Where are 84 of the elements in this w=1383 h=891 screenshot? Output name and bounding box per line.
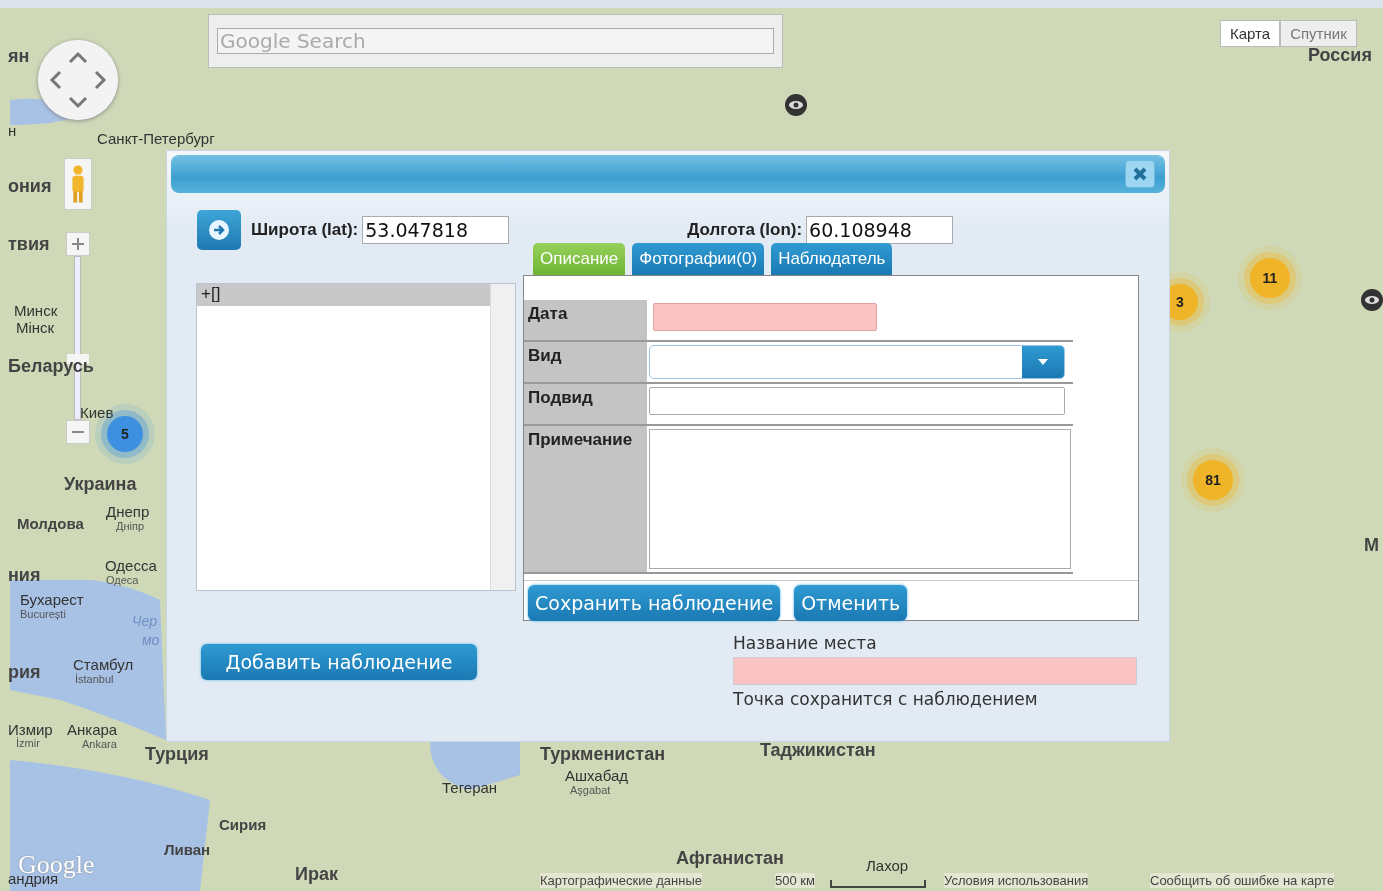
eye-marker-icon[interactable] — [1361, 289, 1383, 311]
text-field[interactable] — [653, 303, 877, 331]
latitude-label: Широта (lat): — [251, 220, 359, 240]
map-label: Лахор — [866, 857, 909, 874]
scrollbar[interactable] — [490, 284, 515, 590]
map-label: ния — [8, 565, 41, 586]
zoom-out-button[interactable] — [66, 420, 90, 444]
map-label: Ашхабад — [565, 767, 629, 784]
longitude-label: Долгота (lon): — [687, 220, 803, 240]
attribution-text[interactable]: Условия использования — [944, 873, 1089, 888]
map-label: Тегеран — [442, 779, 498, 796]
caret-icon — [1038, 359, 1048, 365]
map-label: Украина — [64, 474, 137, 495]
map-label: Туркменистан — [540, 744, 666, 765]
map-label: Стамбул — [73, 656, 134, 673]
action-button[interactable]: Отменить — [794, 585, 908, 621]
map-label: İzmir — [16, 737, 40, 749]
place-name-field[interactable] — [733, 657, 1137, 685]
cluster-marker[interactable]: 11 — [1250, 258, 1290, 298]
map-label: Mінск — [16, 319, 55, 336]
add-observation-button[interactable]: Добавить наблюдение — [201, 644, 477, 680]
map-label: Днепр — [106, 503, 150, 520]
map-label: Таджикистан — [760, 740, 876, 761]
map-label: Сирия — [219, 816, 267, 833]
map-label: твия — [8, 234, 50, 255]
field-label: Вид — [524, 342, 647, 382]
map-label: М — [1364, 535, 1379, 556]
person-icon[interactable] — [64, 158, 92, 210]
map-label: Ирак — [295, 864, 338, 885]
field-label: Дата — [524, 300, 647, 340]
map-label: Минск — [14, 302, 58, 319]
map-label: Измир — [8, 721, 53, 738]
longitude-field[interactable]: 60.108948 — [806, 216, 954, 244]
map-type-button[interactable]: Карта — [1220, 20, 1281, 47]
latitude-field[interactable]: 53.047818 — [362, 216, 510, 244]
map-label: н — [8, 122, 17, 139]
attribution-text[interactable]: Сообщить об ошибке на карте — [1150, 873, 1335, 888]
eye-marker-icon[interactable] — [785, 94, 807, 116]
list-item[interactable]: +[] — [197, 284, 490, 306]
dropdown-button[interactable] — [1022, 346, 1064, 378]
map-label: ян — [8, 46, 30, 67]
close-icon — [1133, 167, 1147, 181]
map-label: Беларусь — [8, 356, 94, 377]
field-label: Подвид — [524, 384, 647, 424]
map-label: Чер — [132, 613, 157, 629]
map-label: Турция — [145, 744, 209, 765]
attribution-text: Картографические данные — [540, 873, 702, 888]
map-type-button[interactable]: Спутник — [1280, 20, 1357, 47]
zoom-in-button[interactable] — [66, 232, 90, 256]
minus-icon — [72, 431, 84, 433]
map-label: Афганистан — [676, 848, 784, 869]
place-note: Точка сохранится с наблюдением — [733, 689, 1039, 709]
action-button[interactable]: Сохранить наблюдение — [528, 585, 781, 621]
map-label: Дніпр — [116, 520, 145, 532]
note-field[interactable] — [649, 429, 1071, 569]
arrow-circle-icon — [209, 220, 229, 240]
map-label: Россия — [1308, 45, 1372, 66]
map-label: Aşgabat — [570, 784, 611, 796]
map-label: İstanbul — [75, 673, 114, 685]
map-label: мо — [142, 632, 160, 648]
map-label: Одесса — [105, 557, 157, 574]
plus-icon — [72, 238, 84, 250]
map-label: Бухарест — [20, 591, 84, 608]
pan-control-icon[interactable] — [38, 40, 118, 120]
dropdown-field[interactable] — [649, 345, 1065, 379]
place-name-label: Название места — [733, 633, 878, 653]
map-label: Молдова — [17, 515, 84, 532]
map-label: Ливан — [164, 841, 211, 858]
text-field[interactable] — [649, 387, 1065, 415]
map-label: рия — [8, 662, 41, 683]
go-button[interactable] — [197, 210, 241, 250]
map-label: ония — [8, 176, 52, 197]
map-label: București — [20, 608, 66, 620]
close-button[interactable] — [1125, 160, 1155, 188]
field-label: Примечание — [524, 426, 647, 572]
tab[interactable]: Наблюдатель — [771, 243, 893, 275]
map-label: Ankara — [82, 738, 117, 750]
map-label: Одеса — [106, 574, 139, 586]
map-label: Анкара — [67, 721, 118, 738]
attribution-text: 500 км — [775, 873, 815, 888]
map-label: Санкт-Петербург — [97, 130, 215, 147]
tab[interactable]: Фотографии(0) — [632, 243, 765, 275]
cluster-marker[interactable]: 81 — [1193, 460, 1233, 500]
search-field[interactable]: Google Search — [217, 28, 774, 54]
